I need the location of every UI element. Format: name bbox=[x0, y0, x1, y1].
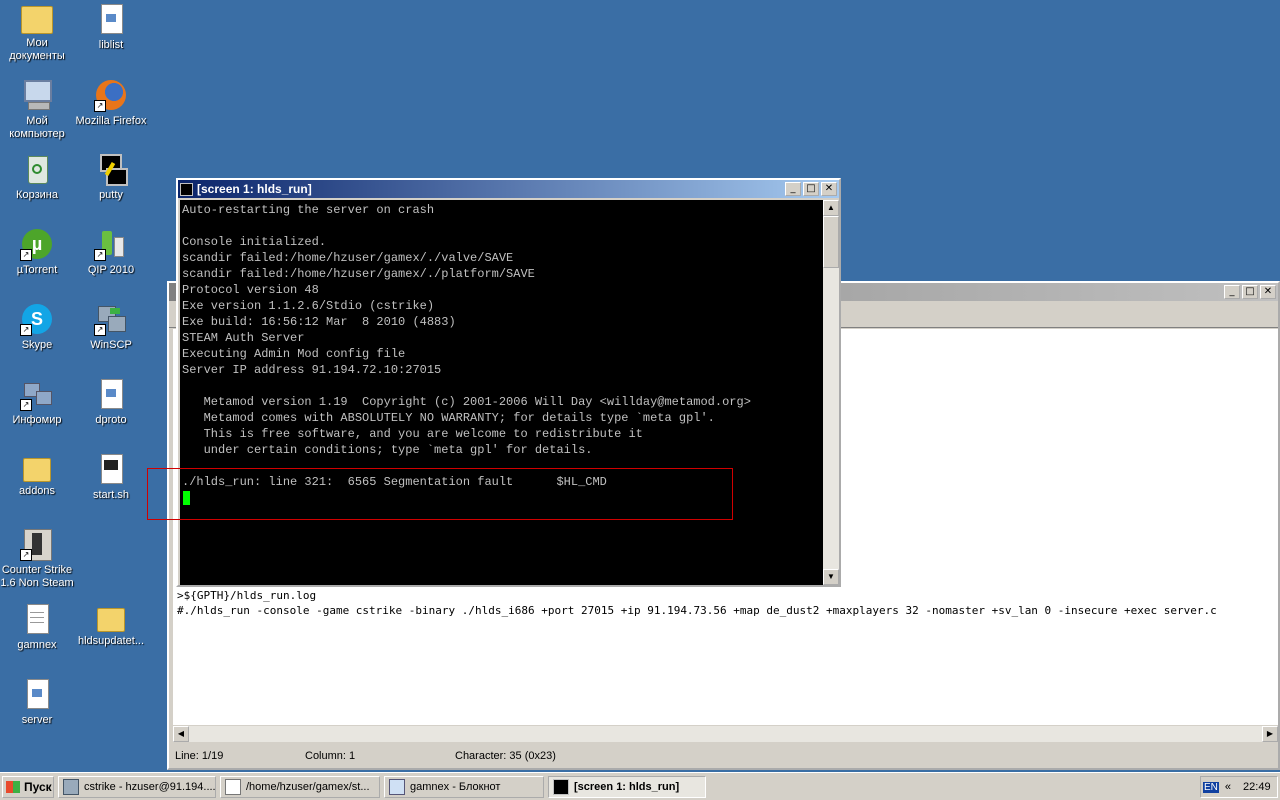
scroll-right-button[interactable]: ▶ bbox=[1262, 726, 1278, 742]
desktop-icon-server[interactable]: server bbox=[0, 677, 74, 727]
folder-icon bbox=[23, 458, 51, 482]
error-highlight-box bbox=[147, 468, 733, 520]
task-button-cstrike[interactable]: cstrike - hzuser@91.194.... bbox=[58, 776, 216, 798]
desktop-icon-my-documents[interactable]: Мои документы bbox=[0, 2, 74, 63]
terminal-line: Executing Admin Mod config file bbox=[182, 347, 406, 361]
terminal-line: Auto-restarting the server on crash bbox=[182, 203, 435, 217]
my-documents-icon bbox=[21, 6, 53, 34]
system-tray: EN « 22:49 bbox=[1200, 776, 1278, 798]
terminal-line: Exe version 1.1.2.6/Stdio (cstrike) bbox=[182, 299, 435, 313]
scroll-thumb[interactable] bbox=[823, 216, 839, 268]
scroll-down-button[interactable]: ▼ bbox=[823, 569, 839, 585]
desktop-icon-start-sh[interactable]: start.sh bbox=[74, 452, 148, 502]
winscp-icon: ↗ bbox=[94, 302, 128, 336]
winscp-icon bbox=[63, 779, 79, 795]
desktop-icon-gamnex[interactable]: gamnex bbox=[0, 602, 74, 652]
editor-line-1: >${GPTH}/hlds_run.log bbox=[177, 589, 317, 602]
desktop-icon-my-computer[interactable]: Мой компьютер bbox=[0, 78, 74, 141]
clock: 22:49 bbox=[1243, 781, 1271, 793]
task-button-notepad[interactable]: gamnex - Блокнот bbox=[384, 776, 544, 798]
terminal-vertical-scrollbar[interactable]: ▲ ▼ bbox=[823, 200, 839, 585]
desktop-icon-hldsupdatetool[interactable]: hldsupdatet... bbox=[74, 602, 148, 648]
scroll-up-button[interactable]: ▲ bbox=[823, 200, 839, 216]
terminal-line: scandir failed:/home/hzuser/gamex/./plat… bbox=[182, 267, 535, 281]
text-file-icon bbox=[20, 677, 54, 711]
tray-expand-button[interactable]: « bbox=[1225, 781, 1231, 793]
putty-icon bbox=[180, 182, 193, 196]
close-button[interactable]: ✕ bbox=[821, 182, 837, 196]
close-button[interactable]: ✕ bbox=[1260, 285, 1276, 299]
terminal-output[interactable]: Auto-restarting the server on crash Conso… bbox=[180, 200, 823, 585]
terminal-line: Metamod version 1.19 Copyright (c) 2001-… bbox=[182, 395, 751, 409]
status-column: Column: 1 bbox=[305, 750, 356, 762]
network-icon: ↗ bbox=[20, 377, 54, 411]
terminal-line: Exe build: 16:56:12 Mar 8 2010 (4883) bbox=[182, 315, 456, 329]
text-file-icon bbox=[94, 377, 128, 411]
minimize-button[interactable]: _ bbox=[1224, 285, 1240, 299]
terminal-window[interactable]: [screen 1: hlds_run] _ □ ✕ Auto-restarti… bbox=[176, 178, 841, 587]
notepad-file-icon bbox=[20, 602, 54, 636]
terminal-titlebar[interactable]: [screen 1: hlds_run] _ □ ✕ bbox=[178, 180, 839, 198]
putty-icon bbox=[553, 779, 569, 795]
script-file-icon bbox=[94, 452, 128, 486]
terminal-line: Metamod comes with ABSOLUTELY NO WARRANT… bbox=[182, 411, 715, 425]
editor-statusbar: Line: 1/19 Column: 1 Character: 35 (0x23… bbox=[171, 746, 1276, 766]
qip-icon: ↗ bbox=[94, 227, 128, 261]
desktop-icon-firefox[interactable]: ↗ Mozilla Firefox bbox=[74, 78, 148, 128]
my-computer-icon bbox=[20, 78, 54, 112]
recycle-bin-icon bbox=[20, 152, 54, 186]
status-line: Line: 1/19 bbox=[175, 750, 224, 762]
desktop-icon-addons[interactable]: addons bbox=[0, 452, 74, 498]
text-file-icon bbox=[94, 2, 128, 36]
skype-icon: S ↗ bbox=[20, 302, 54, 336]
maximize-button[interactable]: □ bbox=[1242, 285, 1258, 299]
desktop-icon-counter-strike[interactable]: ↗ Counter Strike 1.6 Non Steam bbox=[0, 527, 74, 590]
terminal-line: STEAM Auth Server bbox=[182, 331, 305, 345]
desktop-icon-putty[interactable]: putty bbox=[74, 152, 148, 202]
start-button[interactable]: Пуск bbox=[2, 776, 54, 798]
utorrent-icon: µ ↗ bbox=[20, 227, 54, 261]
notepad-icon bbox=[389, 779, 405, 795]
desktop-icon-liblist[interactable]: liblist bbox=[74, 2, 148, 52]
minimize-button[interactable]: _ bbox=[785, 182, 801, 196]
maximize-button[interactable]: □ bbox=[803, 182, 819, 196]
task-button-terminal[interactable]: [screen 1: hlds_run] bbox=[548, 776, 706, 798]
desktop-icon-winscp[interactable]: ↗ WinSCP bbox=[74, 302, 148, 352]
terminal-line: Protocol version 48 bbox=[182, 283, 319, 297]
language-indicator[interactable]: EN bbox=[1203, 781, 1219, 793]
desktop-icon-skype[interactable]: S ↗ Skype bbox=[0, 302, 74, 352]
firefox-icon: ↗ bbox=[94, 78, 128, 112]
terminal-line: This is free software, and you are welco… bbox=[182, 427, 643, 441]
terminal-line: Console initialized. bbox=[182, 235, 327, 249]
editor-line-2: #./hlds_run -console -game cstrike -bina… bbox=[177, 604, 1217, 617]
editor-icon bbox=[225, 779, 241, 795]
terminal-line: scandir failed:/home/hzuser/gamex/./valv… bbox=[182, 251, 514, 265]
terminal-line: Server IP address 91.194.72.10:27015 bbox=[182, 363, 442, 377]
terminal-title: [screen 1: hlds_run] bbox=[197, 182, 312, 196]
terminal-line: under certain conditions; type `meta gpl… bbox=[182, 443, 593, 457]
desktop-icon-qip[interactable]: ↗ QIP 2010 bbox=[74, 227, 148, 277]
scroll-left-button[interactable]: ◀ bbox=[173, 726, 189, 742]
editor-horizontal-scrollbar[interactable]: ◀ ▶ bbox=[173, 726, 1278, 742]
putty-icon bbox=[94, 152, 128, 186]
status-character: Character: 35 (0x23) bbox=[455, 750, 556, 762]
desktop-icon-dproto[interactable]: dproto bbox=[74, 377, 148, 427]
counter-strike-icon: ↗ bbox=[20, 527, 54, 561]
desktop-icon-infomir[interactable]: ↗ Инфомир bbox=[0, 377, 74, 427]
folder-icon bbox=[97, 608, 125, 632]
desktop-icon-utorrent[interactable]: µ ↗ µTorrent bbox=[0, 227, 74, 277]
desktop-icon-recycle-bin[interactable]: Корзина bbox=[0, 152, 74, 202]
windows-logo-icon bbox=[6, 781, 20, 793]
task-button-editor[interactable]: /home/hzuser/gamex/st... bbox=[220, 776, 380, 798]
taskbar: Пуск cstrike - hzuser@91.194.... /home/h… bbox=[0, 772, 1280, 800]
